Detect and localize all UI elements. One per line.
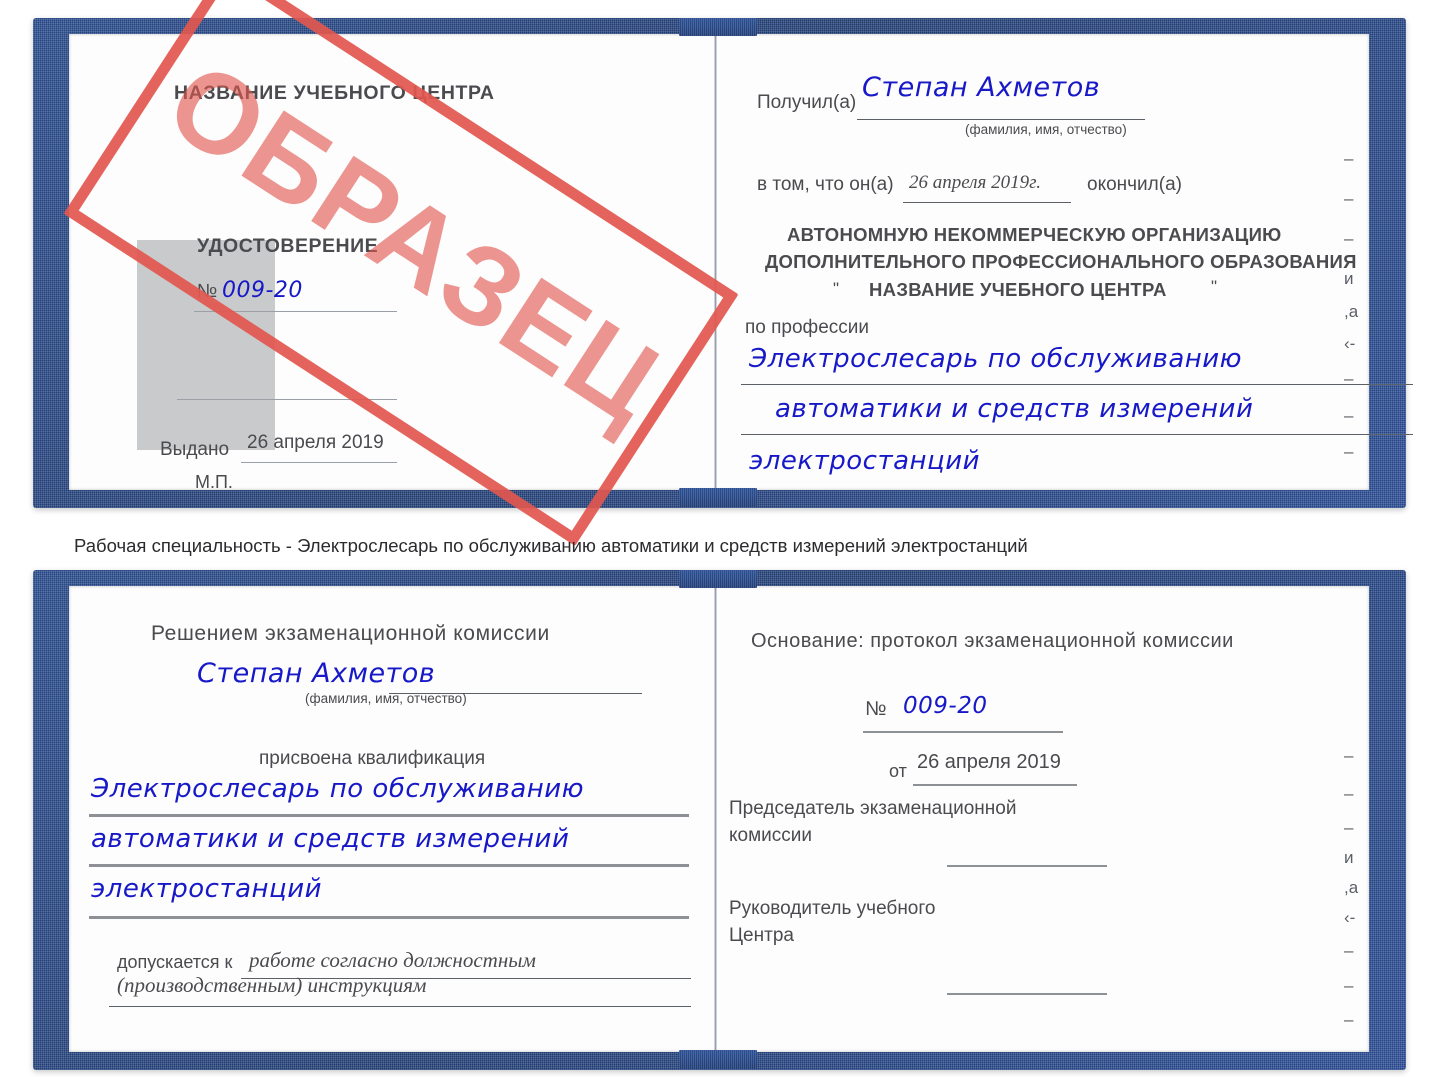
organization-line-2: ДОПОЛНИТЕЛЬНОГО ПРОФЕССИОНАЛЬНОГО ОБРАЗО… xyxy=(765,251,1357,272)
profession-rule-1 xyxy=(741,384,1413,385)
qualification-value-line-2: автоматики и средств измерений xyxy=(91,824,570,854)
qualification-value-line-3: электростанций xyxy=(91,874,323,904)
bottom-right-page: Основание: протокол экзаменационной коми… xyxy=(717,586,1369,1052)
head-signature-rule xyxy=(947,993,1107,995)
chairman-signature-rule xyxy=(947,865,1107,867)
profession-label: по профессии xyxy=(745,317,869,338)
finished-label: окончил(а) xyxy=(1087,174,1182,195)
issued-date-value: 26 апреля 2019 xyxy=(247,432,384,453)
page-spread-bottom: Решением экзаменационной комиссии Степан… xyxy=(69,570,1369,1068)
edge-fragment-5: ,а xyxy=(1344,302,1359,321)
completion-date-value: 26 апреля 2019г. xyxy=(909,172,1041,193)
certificate-number-rule xyxy=(194,311,397,312)
qualification-label: присвоена квалификация xyxy=(259,748,486,769)
top-right-page: Получил(а) Степан Ахметов (фамилия, имя,… xyxy=(717,34,1413,490)
profession-value-line-1: Электрослесарь по обслуживанию xyxy=(749,344,1243,374)
edge-fragment-9: – xyxy=(1344,442,1354,461)
seal-place-label: М.П. xyxy=(195,472,233,492)
qualification-value-line-1: Электрослесарь по обслуживанию xyxy=(91,774,585,804)
photo-placeholder xyxy=(137,240,275,450)
profession-value-line-2: автоматики и средств измерений xyxy=(775,394,1254,424)
admitted-value-line-1: работе согласно должностным xyxy=(249,948,536,972)
issued-date-rule xyxy=(241,462,397,463)
edge-fragment-b7: – xyxy=(1344,941,1354,960)
edge-fragment-7: – xyxy=(1344,369,1354,388)
profession-value-line-3: электростанций xyxy=(749,446,981,476)
admitted-value-line-2: (производственным) инструкциям xyxy=(117,973,427,997)
qualification-rule-2 xyxy=(89,864,689,867)
protocol-date-label: от xyxy=(889,761,907,781)
protocol-date-value: 26 апреля 2019 xyxy=(917,751,1061,773)
training-center-name-heading: НАЗВАНИЕ УЧЕБНОГО ЦЕНТРА xyxy=(174,82,495,104)
edge-fragment-b9: – xyxy=(1344,1010,1354,1029)
certificate-number-value: 009-20 xyxy=(222,278,303,303)
head-label-line-1: Руководитель учебного xyxy=(729,898,936,919)
fio-hint-label-bottom: (фамилия, имя, отчество) xyxy=(305,691,467,706)
organization-name-line: НАЗВАНИЕ УЧЕБНОГО ЦЕНТРА xyxy=(869,279,1167,300)
certificate-booklet-bottom: Решением экзаменационной комиссии Степан… xyxy=(33,570,1406,1070)
edge-fragment-1: – xyxy=(1344,149,1354,168)
edge-fragment-b6: ‹- xyxy=(1344,908,1356,927)
edge-fragment-8: – xyxy=(1344,406,1354,425)
protocol-number-rule xyxy=(863,731,1063,733)
edge-fragment-3: – xyxy=(1344,229,1354,248)
bottom-left-page: Решением экзаменационной комиссии Степан… xyxy=(69,586,709,1052)
recipient-name-rule xyxy=(857,119,1145,120)
completion-date-rule xyxy=(903,202,1071,203)
received-by-label: Получил(а) xyxy=(757,92,857,113)
edge-fragment-b2: – xyxy=(1344,784,1354,803)
organization-line-1: АВТОНОМНУЮ НЕКОММЕРЧЕСКУЮ ОРГАНИЗАЦИЮ xyxy=(787,224,1282,245)
chairman-label-line-1: Председатель экзаменационной xyxy=(729,798,1017,819)
qualification-rule-3 xyxy=(89,916,689,919)
page-spread-top: НАЗВАНИЕ УЧЕБНОГО ЦЕНТРА УДОСТОВЕРЕНИЕ №… xyxy=(69,18,1413,506)
edge-fragment-b1: – xyxy=(1344,746,1354,765)
edge-fragment-b4: и xyxy=(1344,848,1354,867)
admitted-to-label: допускается к xyxy=(117,952,233,972)
page-caption: Рабочая специальность - Электрослесарь п… xyxy=(74,535,1028,556)
edge-fragment-b5: ,а xyxy=(1344,878,1359,897)
graduate-name-value: Степан Ахметов xyxy=(197,658,436,689)
certificate-booklet-top: НАЗВАНИЕ УЧЕБНОГО ЦЕНТРА УДОСТОВЕРЕНИЕ №… xyxy=(33,18,1413,508)
chairman-label-line-2: комиссии xyxy=(729,825,812,846)
edge-fragment-2: – xyxy=(1344,189,1354,208)
qualification-rule-1 xyxy=(89,814,689,817)
edge-fragment-4: и xyxy=(1344,269,1354,288)
certificate-sample-page: НАЗВАНИЕ УЧЕБНОГО ЦЕНТРА УДОСТОВЕРЕНИЕ №… xyxy=(0,0,1448,1085)
fio-hint-label: (фамилия, имя, отчество) xyxy=(965,122,1127,137)
document-title: УДОСТОВЕРЕНИЕ xyxy=(197,235,379,257)
certificate-number-label: № xyxy=(197,281,218,302)
protocol-date-rule xyxy=(913,784,1077,786)
profession-rule-2 xyxy=(741,434,1413,435)
edge-fragment-b8: – xyxy=(1344,976,1354,995)
protocol-number-value: 009-20 xyxy=(903,693,988,719)
edge-fragment-6: ‹- xyxy=(1344,334,1356,353)
in-that-label: в том, что он(а) xyxy=(757,174,894,195)
head-label-line-2: Центра xyxy=(729,925,794,946)
spine-tab-bottom xyxy=(679,488,757,506)
basis-protocol-label: Основание: протокол экзаменационной коми… xyxy=(751,630,1234,652)
org-quote-close: " xyxy=(1211,277,1218,296)
protocol-number-label: № xyxy=(865,698,887,720)
blank-rule-middle xyxy=(177,399,397,400)
commission-decision-heading: Решением экзаменационной комиссии xyxy=(151,622,550,645)
spine-tab-bottom-bottom xyxy=(679,1050,757,1068)
admitted-rule-2 xyxy=(109,1006,691,1007)
recipient-name-value: Степан Ахметов xyxy=(862,72,1101,103)
org-quote-open: " xyxy=(833,279,840,298)
edge-fragment-b3: – xyxy=(1344,818,1354,837)
top-left-page: НАЗВАНИЕ УЧЕБНОГО ЦЕНТРА УДОСТОВЕРЕНИЕ №… xyxy=(69,34,709,492)
issued-label: Выдано xyxy=(160,439,230,460)
